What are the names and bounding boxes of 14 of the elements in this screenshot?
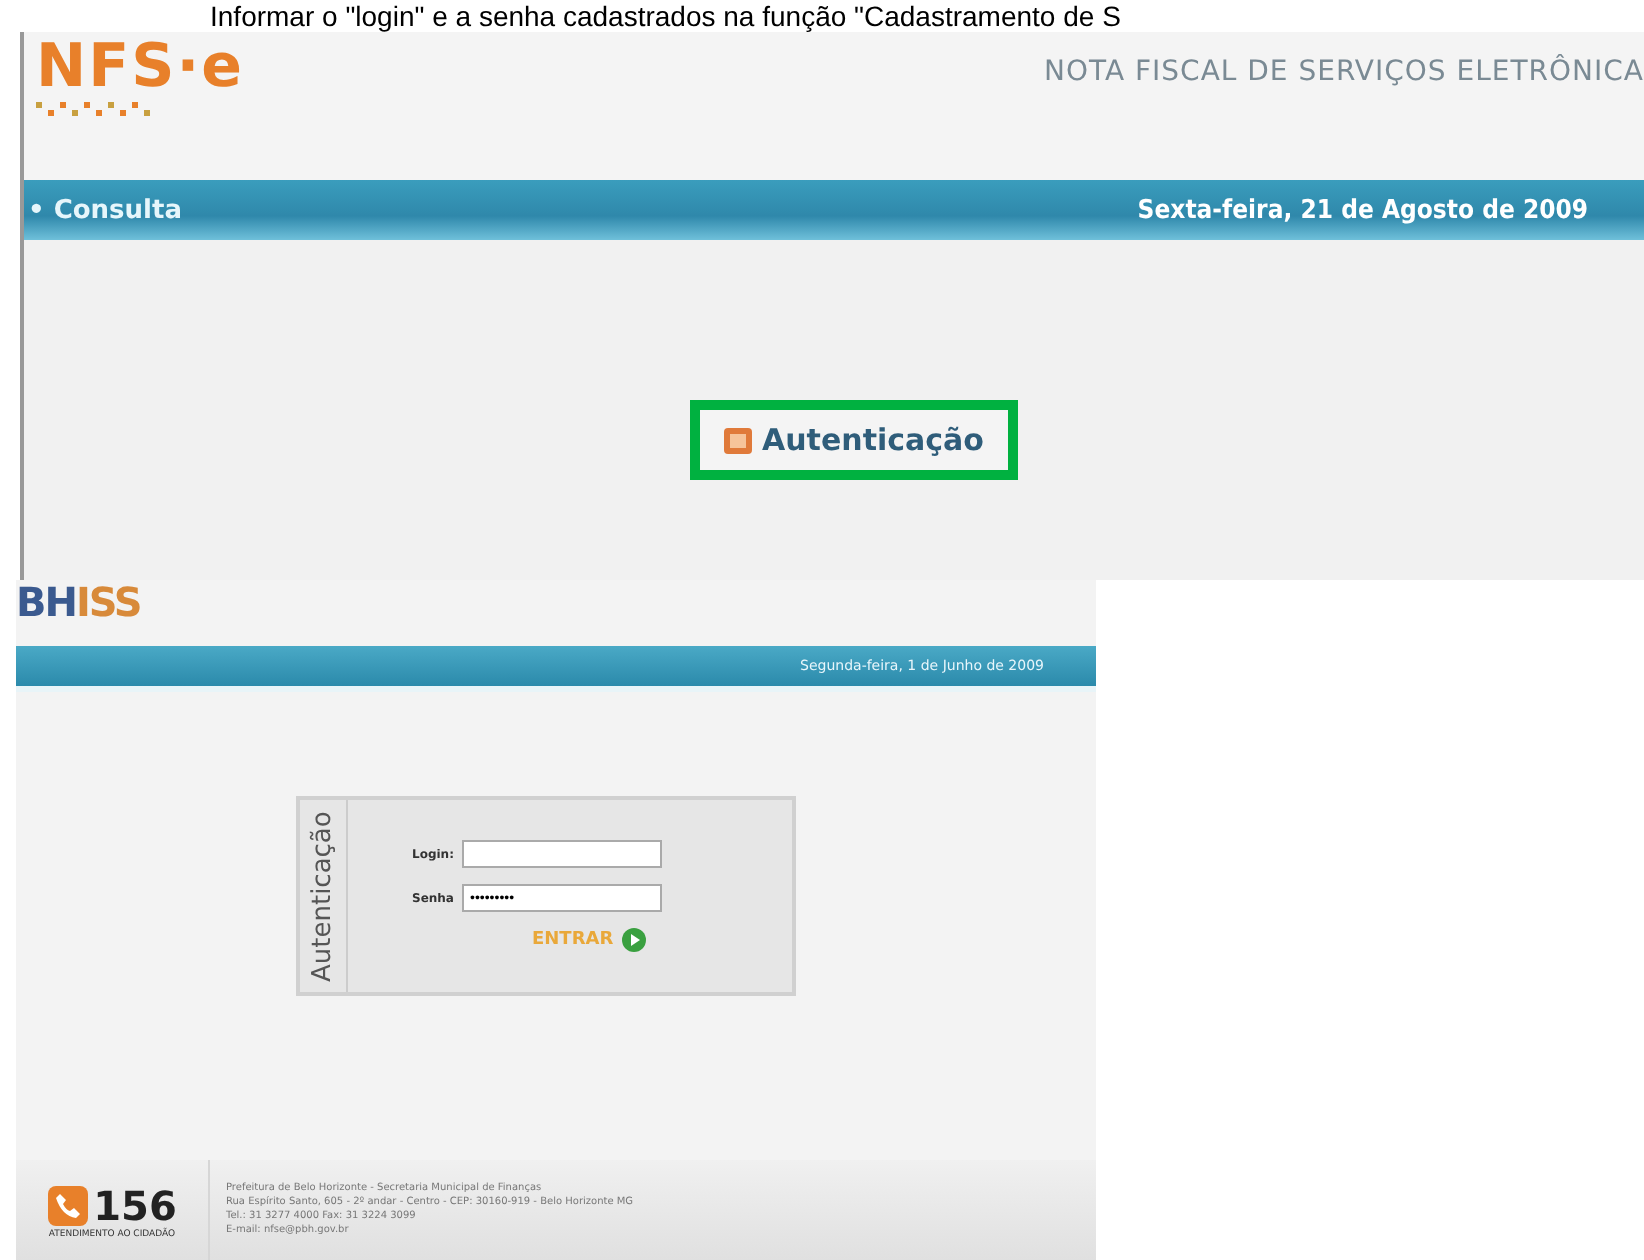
menu-link[interactable]: • Consulta [28,195,182,225]
date-text: Sexta-feira, 21 de Agosto de 2009 [1137,195,1588,225]
dots-icon [36,100,156,120]
phone-number: 156 [93,1181,177,1229]
play-icon [621,928,646,952]
login-field[interactable] [462,840,662,868]
lock-icon [724,427,753,453]
auth-link[interactable]: Autenticação [690,400,1018,480]
bhiss-logo: BHISS [16,580,143,624]
panel-title: Autenticação [300,800,348,992]
site-title: NOTA FISCAL DE SERVIÇOS ELETRÔNICA [1043,56,1644,88]
instruction-text: Informar o "login" e a senha cadastrados na função "Cadastramento de S [208,0,1123,32]
nfse-logo: NFS·e [36,36,244,100]
phone-icon [47,1185,88,1225]
